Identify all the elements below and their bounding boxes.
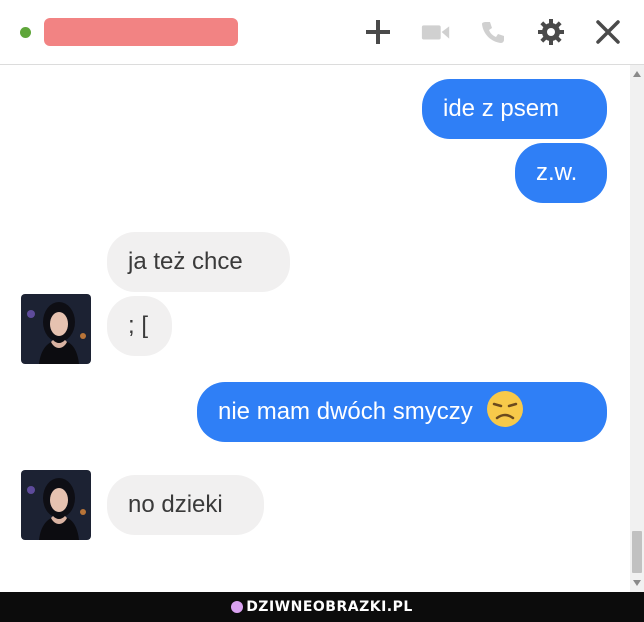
sent-message-bubble[interactable]: z.w. — [515, 143, 607, 203]
message-text: ja też chce — [128, 248, 243, 275]
received-message-bubble[interactable]: ; [ — [107, 296, 172, 356]
message-thread[interactable]: ide z psem z.w. ja też chce ; [ nie mam … — [0, 65, 630, 592]
online-status-dot — [20, 27, 31, 38]
scrollbar[interactable] — [630, 65, 644, 592]
scrollbar-thumb[interactable] — [632, 531, 642, 573]
contact-name-redacted[interactable] — [44, 18, 238, 46]
contact-avatar[interactable] — [21, 470, 91, 540]
message-text: ide z psem — [443, 95, 560, 122]
watermark-logo-icon — [231, 601, 244, 613]
add-icon[interactable] — [362, 17, 394, 47]
received-message-bubble[interactable]: no dzieki — [107, 475, 264, 535]
phone-icon[interactable] — [477, 17, 509, 47]
received-message-bubble[interactable]: ja też chce — [107, 232, 290, 292]
message-text: no dzieki — [128, 491, 223, 518]
contact-avatar[interactable] — [21, 294, 91, 364]
watermark-text: DZIWNEOBRAZKI.PL — [246, 599, 413, 615]
message-text: z.w. — [536, 159, 578, 186]
scroll-up-arrow-icon[interactable] — [630, 69, 644, 79]
video-call-icon[interactable] — [420, 17, 452, 47]
chat-header — [0, 0, 644, 65]
gear-icon[interactable] — [535, 17, 567, 47]
sent-message-bubble[interactable]: ide z psem — [422, 79, 607, 139]
disappointed-face-emoji — [485, 389, 525, 436]
close-icon[interactable] — [592, 17, 624, 47]
message-text: nie mam dwóch smyczy — [218, 398, 473, 425]
watermark-bar: DZIWNEOBRAZKI.PL — [0, 592, 644, 622]
message-text: ; [ — [128, 312, 149, 339]
sent-message-bubble[interactable]: nie mam dwóch smyczy — [197, 382, 607, 442]
scroll-down-arrow-icon[interactable] — [630, 578, 644, 588]
